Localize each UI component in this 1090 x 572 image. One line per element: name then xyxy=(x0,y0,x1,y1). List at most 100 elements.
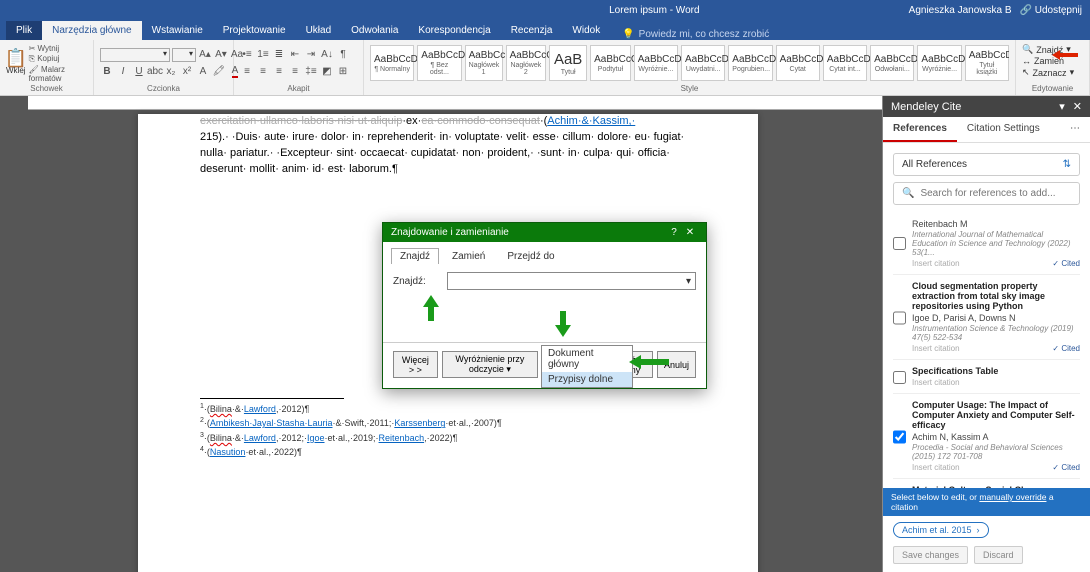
style-pogrubien-[interactable]: AaBbCcDcPogrubien... xyxy=(728,45,772,81)
footnote-3[interactable]: 3·(Bilina·&·Lawford,·2012;·Igoe·et·al.,·… xyxy=(200,431,696,446)
style-nag-wek-2[interactable]: AaBbCcCNagłówek 2 xyxy=(506,45,547,81)
borders-icon[interactable]: ⊞ xyxy=(336,65,350,79)
subscript-icon[interactable]: x₂ xyxy=(164,65,178,79)
reference-checkbox[interactable] xyxy=(893,402,906,472)
superscript-icon[interactable]: x² xyxy=(180,65,194,79)
align-left-icon[interactable]: ≡ xyxy=(240,65,254,79)
multilevel-icon[interactable]: ≣ xyxy=(272,48,286,62)
reference-item-0[interactable]: Reitenbach MInternational Journal of Mat… xyxy=(893,211,1080,275)
style-tytu-ksi-ki[interactable]: AaBbCcDcTytuł książki xyxy=(965,45,1009,81)
tab-mailings[interactable]: Korespondencja xyxy=(408,21,500,40)
dropdown-footnotes[interactable]: Przypisy dolne xyxy=(542,372,632,387)
style-cytat-int-[interactable]: AaBbCcDcCytat int... xyxy=(823,45,867,81)
body-paragraph[interactable]: exercitation·ullamco·laboris·nisi·ut·ali… xyxy=(200,114,696,178)
tab-file[interactable]: Plik xyxy=(6,21,42,40)
mendeley-discard-button[interactable]: Discard xyxy=(974,546,1023,564)
italic-icon[interactable]: I xyxy=(116,65,130,79)
style-wyr-nie-[interactable]: AaBbCcDcWyróżnie... xyxy=(917,45,961,81)
font-size-select[interactable]: ▾ xyxy=(172,48,196,62)
reference-item-2[interactable]: Specifications TableInsert citation xyxy=(893,360,1080,394)
tab-design[interactable]: Projektowanie xyxy=(213,21,296,40)
mendeley-more-icon[interactable]: ⋯ xyxy=(1060,117,1090,142)
share-button[interactable]: 🔗 Udostępnij xyxy=(1020,5,1083,16)
dropdown-main-document[interactable]: Dokument główny xyxy=(542,346,632,372)
style-wyr-nie-[interactable]: AaBbCcDcWyróżnie... xyxy=(634,45,678,81)
grow-font-icon[interactable]: A▴ xyxy=(198,48,212,62)
footnote-1[interactable]: 1·(Bilina·&·Lawford,·2012)¶ xyxy=(200,402,696,417)
style-nag-wek-1[interactable]: AaBbCcNagłówek 1 xyxy=(465,45,503,81)
line-spacing-icon[interactable]: ‡≡ xyxy=(304,65,318,79)
find-input[interactable]: ▾ xyxy=(447,272,696,290)
find-label: Znajdź: xyxy=(393,276,437,287)
clipboard-group-label: Schowek xyxy=(6,84,87,93)
cut-button[interactable]: ✂ Wytnij xyxy=(29,44,87,53)
tab-home[interactable]: Narzędzia główne xyxy=(42,21,142,40)
style--normalny[interactable]: AaBbCcDc¶ Normalny xyxy=(370,45,414,81)
select-button[interactable]: ↖Zaznacz ▾ xyxy=(1022,67,1083,78)
tab-insert[interactable]: Wstawianie xyxy=(142,21,213,40)
strike-icon[interactable]: abc xyxy=(148,65,162,79)
reference-checkbox[interactable] xyxy=(893,368,906,387)
reference-checkbox[interactable] xyxy=(893,283,906,353)
justify-icon[interactable]: ≡ xyxy=(288,65,302,79)
mendeley-chip[interactable]: Achim et al. 2015 › xyxy=(893,522,989,538)
bold-icon[interactable]: B xyxy=(100,65,114,79)
mendeley-search-input[interactable] xyxy=(920,188,1071,199)
footnote-2[interactable]: 2·(Ambikesh·Jayal·Stasha·Lauria·&·Swift,… xyxy=(200,416,696,431)
dialog-highlight-button[interactable]: Wyróżnienie przy odczycie ▾ xyxy=(442,351,538,378)
vertical-ruler xyxy=(0,96,14,572)
mendeley-collection-select[interactable]: All References⇅ xyxy=(893,153,1080,176)
dialog-cancel-button[interactable]: Anuluj xyxy=(657,351,696,378)
dialog-tab-goto[interactable]: Przejdź do xyxy=(498,248,563,264)
reference-item-1[interactable]: Cloud segmentation property extraction f… xyxy=(893,275,1080,360)
reference-item-4[interactable]: Material Culture: Social Change, Culture… xyxy=(893,479,1080,488)
mendeley-tab-settings[interactable]: Citation Settings xyxy=(957,117,1050,142)
footnotes-area[interactable]: 1·(Bilina·&·Lawford,·2012)¶ 2·(Ambikesh·… xyxy=(200,402,696,460)
style-odwo-ani-[interactable]: AaBbCcDcOdwołani... xyxy=(870,45,914,81)
show-marks-icon[interactable]: ¶ xyxy=(336,48,350,62)
mendeley-close-icon[interactable]: ✕ xyxy=(1073,100,1082,113)
dialog-close-icon[interactable]: ✕ xyxy=(682,227,698,238)
mendeley-search[interactable]: 🔍 xyxy=(893,182,1080,205)
style-tytu-[interactable]: AaBTytuł xyxy=(549,45,587,81)
tab-review[interactable]: Recenzja xyxy=(501,21,563,40)
text-effects-icon[interactable]: A xyxy=(196,65,210,79)
align-right-icon[interactable]: ≡ xyxy=(272,65,286,79)
footnote-4[interactable]: 4·(Nasution·et·al.,·2022)¶ xyxy=(200,445,696,460)
align-center-icon[interactable]: ≡ xyxy=(256,65,270,79)
copy-button[interactable]: ⎘ Kopiuj xyxy=(29,54,87,64)
underline-icon[interactable]: U xyxy=(132,65,146,79)
tab-layout[interactable]: Układ xyxy=(296,21,342,40)
shading-icon[interactable]: ◩ xyxy=(320,65,334,79)
font-group-label: Czcionka xyxy=(100,84,227,93)
dialog-tab-replace[interactable]: Zamień xyxy=(443,248,494,264)
sort-icon[interactable]: A↓ xyxy=(320,48,334,62)
numbering-icon[interactable]: 1≡ xyxy=(256,48,270,62)
find-replace-dialog: Znajdowanie i zamienianie ? ✕ Znajdź Zam… xyxy=(382,222,707,389)
horizontal-ruler xyxy=(28,96,882,110)
tell-me[interactable]: Powiedz mi, co chcesz zrobić xyxy=(639,29,770,40)
paste-icon[interactable]: 📋 xyxy=(9,51,23,65)
tab-view[interactable]: Widok xyxy=(562,21,610,40)
dialog-help-icon[interactable]: ? xyxy=(666,227,682,238)
reference-checkbox[interactable] xyxy=(893,219,906,268)
tab-references[interactable]: Odwołania xyxy=(341,21,408,40)
bullets-icon[interactable]: •≡ xyxy=(240,48,254,62)
mendeley-dropdown-icon[interactable]: ▾ xyxy=(1059,100,1065,113)
format-painter-button[interactable]: 🖌 Malarz formatów xyxy=(29,65,87,83)
style--bez-odst-[interactable]: AaBbCcDc¶ Bez odst... xyxy=(417,45,461,81)
indent-icon[interactable]: ⇥ xyxy=(304,48,318,62)
dialog-more-button[interactable]: Więcej > > xyxy=(393,351,438,378)
dialog-tab-find[interactable]: Znajdź xyxy=(391,248,439,264)
mendeley-save-button[interactable]: Save changes xyxy=(893,546,968,564)
shrink-font-icon[interactable]: A▾ xyxy=(214,48,228,62)
highlight-icon[interactable]: 🖍 xyxy=(212,65,226,79)
outdent-icon[interactable]: ⇤ xyxy=(288,48,302,62)
style-podtytu-[interactable]: AaBbCcCPodtytuł xyxy=(590,45,631,81)
chevron-down-icon[interactable]: ▾ xyxy=(686,276,691,287)
reference-item-3[interactable]: Computer Usage: The Impact of Computer A… xyxy=(893,394,1080,479)
style-uwydatni-[interactable]: AaBbCcDcUwydatni... xyxy=(681,45,725,81)
font-family-select[interactable]: ▾ xyxy=(100,48,170,62)
mendeley-tab-references[interactable]: References xyxy=(883,117,957,142)
style-cytat[interactable]: AaBbCcDcCytat xyxy=(776,45,820,81)
